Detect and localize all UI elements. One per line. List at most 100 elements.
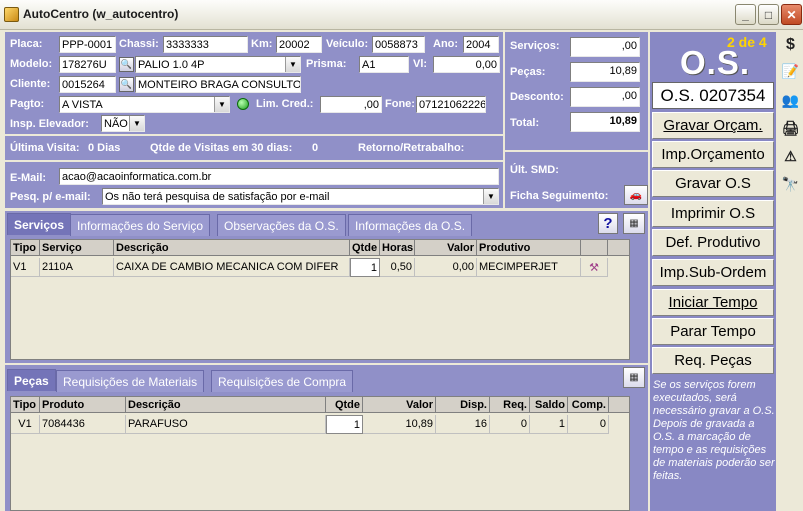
tab-requisicoes-materiais[interactable]: Requisições de Materiais — [56, 370, 205, 392]
pecas-total-field[interactable]: 10,89 — [570, 62, 640, 82]
tab-pecas[interactable]: Peças — [7, 369, 56, 391]
fone-label: Fone: — [385, 98, 415, 110]
chevron-down-icon[interactable]: ▼ — [214, 97, 229, 112]
col-blank — [609, 397, 629, 413]
window-title: AutoCentro (w_autocentro) — [23, 7, 179, 21]
mechanic-icon[interactable]: ⚒ — [581, 258, 608, 277]
chassi-field[interactable]: 3333333 — [163, 36, 248, 53]
fone-field[interactable]: 07121062226 — [416, 96, 486, 113]
vl-field[interactable]: 0,00 — [433, 56, 500, 73]
imprimir-os-button[interactable]: Imprimir O.S — [652, 200, 774, 227]
tab-requisicoes-compra[interactable]: Requisições de Compra — [211, 370, 354, 392]
col-qtde[interactable]: Qtde — [350, 240, 380, 256]
table-row-saldo[interactable]: 1 — [530, 415, 568, 434]
parar-tempo-button[interactable]: Parar Tempo — [652, 318, 774, 345]
col-valor[interactable]: Valor — [363, 397, 436, 413]
col-tipo[interactable]: Tipo — [11, 397, 40, 413]
gravar-orcamento-button[interactable]: Gravar Orçam. — [652, 112, 774, 139]
tab-servicos[interactable]: Serviços — [7, 213, 72, 235]
users-icon[interactable]: 👥 — [779, 88, 802, 113]
imp-sub-ordem-button[interactable]: Imp.Sub-Ordem — [652, 259, 774, 286]
email-field[interactable]: acao@acaoinformatica.com.br — [59, 168, 499, 185]
credit-status-icon — [237, 98, 249, 110]
table-row-qtde[interactable]: 1 — [326, 415, 363, 434]
alert-icon[interactable]: ⚠ — [779, 144, 802, 169]
col-produto[interactable]: Produto — [40, 397, 126, 413]
col-valor[interactable]: Valor — [415, 240, 477, 256]
km-field[interactable]: 20002 — [276, 36, 322, 53]
table-row-tipo[interactable]: V1 — [11, 258, 40, 277]
col-qtde[interactable]: Qtde — [326, 397, 363, 413]
pesq-select[interactable]: Os não terá pesquisa de satisfação por e… — [102, 188, 499, 205]
chevron-down-icon[interactable]: ▼ — [285, 57, 300, 72]
def-produtivo-button[interactable]: Def. Produtivo — [652, 229, 774, 256]
binoculars-icon[interactable]: 🔭 — [779, 172, 802, 197]
desconto-field[interactable]: ,00 — [570, 87, 640, 107]
services-grid: Tipo Serviço Descrição Qtde Horas Valor … — [10, 239, 630, 360]
ano-field[interactable]: 2004 — [463, 36, 499, 53]
table-row-servico[interactable]: 2110A — [40, 258, 114, 277]
cliente-code-field[interactable]: 0015264 — [59, 76, 116, 93]
modelo-select[interactable]: PALIO 1.0 4P ▼ — [135, 56, 301, 73]
table-row-qtde[interactable]: 1 — [350, 258, 380, 277]
table-row-produto[interactable]: 7084436 — [40, 415, 126, 434]
close-button[interactable]: ✕ — [781, 4, 802, 25]
edit-doc-icon[interactable]: 📝 — [779, 59, 802, 84]
col-produtivo[interactable]: Produtivo — [477, 240, 581, 256]
printer-icon[interactable]: 🖨 — [779, 116, 802, 141]
col-tipo[interactable]: Tipo — [11, 240, 40, 256]
chassi-label: Chassi: — [119, 38, 159, 50]
prisma-field[interactable]: A1 — [359, 56, 409, 73]
table-row-descricao[interactable]: PARAFUSO — [126, 415, 326, 434]
pagto-select[interactable]: A VISTA ▼ — [59, 96, 230, 113]
imp-orcamento-button[interactable]: Imp.Orçamento — [652, 141, 774, 168]
col-req[interactable]: Req. — [490, 397, 530, 413]
table-row-valor[interactable]: 10,89 — [363, 415, 436, 434]
table-row-disp[interactable]: 16 — [436, 415, 490, 434]
col-blank — [581, 240, 608, 256]
prisma-label: Prisma: — [306, 58, 347, 70]
req-pecas-button[interactable]: Req. Peças — [652, 347, 774, 374]
table-row-tipo[interactable]: V1 — [11, 415, 40, 434]
chevron-down-icon[interactable]: ▼ — [483, 189, 498, 204]
placa-field[interactable]: PPP-0001 — [59, 36, 116, 53]
cliente-lookup-icon[interactable]: 🔍 — [119, 77, 134, 92]
insp-select[interactable]: NÃO ▼ — [101, 115, 145, 132]
table-row-horas[interactable]: 0,50 — [380, 258, 415, 277]
help-icon[interactable]: ? — [598, 213, 618, 234]
col-horas[interactable]: Horas — [380, 240, 415, 256]
modelo-code-field[interactable]: 178276U — [59, 56, 116, 73]
table-row-valor[interactable]: 0,00 — [415, 258, 477, 277]
veiculo-field[interactable]: 0058873 — [372, 36, 425, 53]
tab-observacoes-os[interactable]: Observações da O.S. — [217, 214, 346, 236]
chevron-down-icon[interactable]: ▼ — [129, 116, 144, 131]
table-row-req[interactable]: 0 — [490, 415, 530, 434]
table-row-produtivo[interactable]: MECIMPERJET — [477, 258, 581, 277]
grid-add-icon[interactable]: ▦ — [623, 213, 645, 234]
tab-informacoes-servico[interactable]: Informações do Serviço — [70, 214, 211, 236]
iniciar-tempo-button[interactable]: Iniciar Tempo — [652, 289, 774, 316]
table-row-descricao[interactable]: CAIXA DE CAMBIO MECANICA COM DIFER — [114, 258, 350, 277]
total-field[interactable]: 10,89 — [570, 112, 640, 132]
ultima-visita-value: 0 Dias — [88, 142, 121, 154]
servicos-total-field[interactable]: ,00 — [570, 37, 640, 57]
modelo-lookup-icon[interactable]: 🔍 — [119, 57, 134, 72]
col-comp[interactable]: Comp. — [568, 397, 609, 413]
limcred-field[interactable]: ,00 — [320, 96, 382, 113]
maximize-button[interactable]: □ — [758, 4, 779, 25]
col-disp[interactable]: Disp. — [436, 397, 490, 413]
grid-add-icon[interactable]: ▦ — [623, 367, 645, 388]
col-descricao[interactable]: Descrição — [126, 397, 326, 413]
pecas-total-label: Peças: — [510, 66, 546, 78]
col-saldo[interactable]: Saldo — [530, 397, 568, 413]
table-row-comp[interactable]: 0 — [568, 415, 609, 434]
col-descricao[interactable]: Descrição — [114, 240, 350, 256]
tab-informacoes-os[interactable]: Informações da O.S. — [348, 214, 473, 236]
cliente-name-field[interactable]: MONTEIRO BRAGA CONSULTORIA — [135, 76, 301, 93]
gravar-os-button[interactable]: Gravar O.S — [652, 170, 774, 197]
car-icon[interactable]: 🚗 — [624, 185, 648, 205]
col-servico[interactable]: Serviço — [40, 240, 114, 256]
dollar-icon[interactable]: $ — [779, 32, 802, 57]
minimize-button[interactable]: _ — [735, 4, 756, 25]
servicos-total-label: Serviços: — [510, 40, 560, 52]
